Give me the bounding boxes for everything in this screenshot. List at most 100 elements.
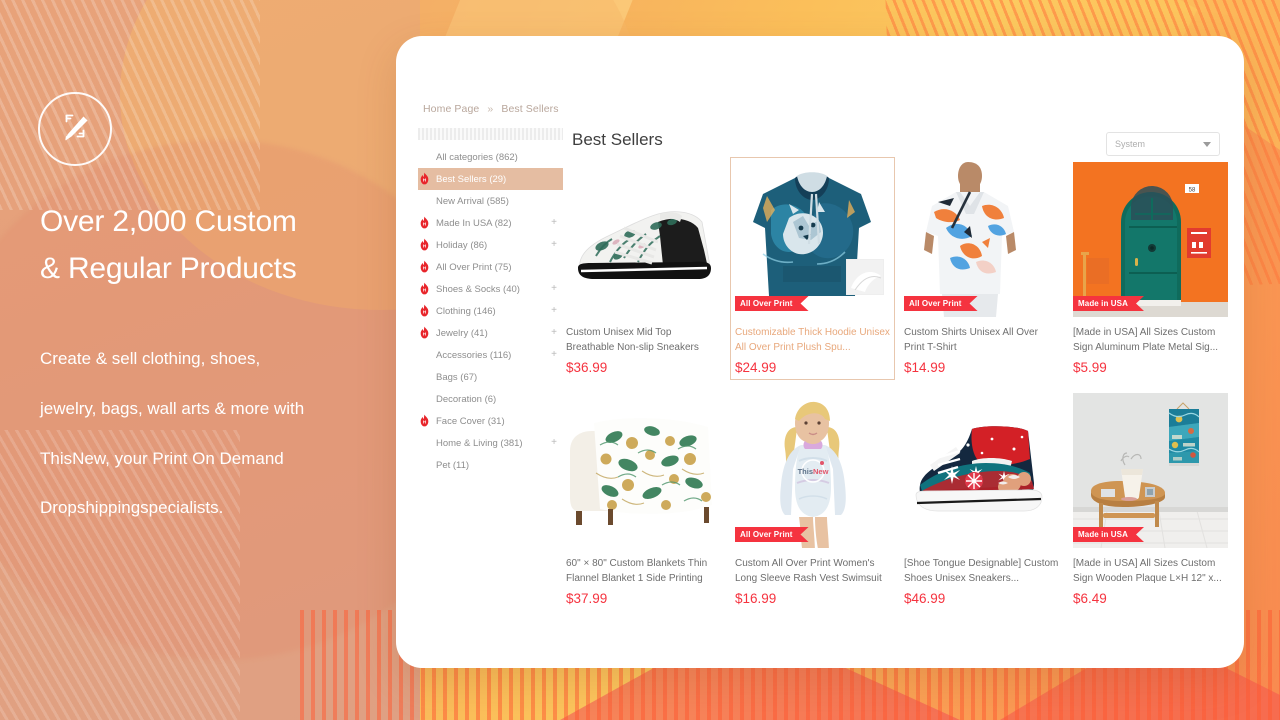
- sort-dropdown[interactable]: System: [1106, 132, 1220, 156]
- plus-icon[interactable]: +: [551, 284, 557, 294]
- sidebar-item-4[interactable]: H Holiday (86) +: [418, 234, 563, 256]
- sidebar-item-7[interactable]: H Clothing (146) +: [418, 300, 563, 322]
- plus-icon[interactable]: +: [551, 218, 557, 228]
- flame-icon: H: [420, 414, 429, 427]
- plus-icon[interactable]: +: [551, 240, 557, 250]
- sidebar-item-12[interactable]: H Face Cover (31): [418, 410, 563, 432]
- pencil-design-icon: [65, 114, 88, 141]
- flame-icon: H: [420, 282, 429, 295]
- product-price: $14.99: [904, 360, 946, 375]
- breadcrumb-home-link[interactable]: Home Page: [423, 103, 479, 115]
- product-title[interactable]: Custom All Over Print Women's Long Sleev…: [735, 557, 890, 586]
- promo-description-line-1: Create & sell clothing, shoes,: [40, 349, 261, 368]
- browser-window: Home Page » Best Sellers All categories …: [396, 36, 1244, 668]
- product-card[interactable]: Made in USA [Made in USA] All Sizes Custo…: [1073, 393, 1228, 606]
- brand-logo: [38, 92, 112, 166]
- sidebar-item-0[interactable]: All categories (862): [418, 146, 563, 168]
- product-price: $37.99: [566, 591, 608, 606]
- flame-icon: H: [420, 326, 429, 339]
- sidebar-header-bar: [418, 128, 563, 140]
- flame-icon: H: [420, 216, 429, 229]
- product-title[interactable]: Custom Unisex Mid Top Breathable Non-sli…: [566, 326, 721, 355]
- product-price: $36.99: [566, 360, 608, 375]
- product-card[interactable]: Custom Unisex Mid Top Breathable Non-sli…: [566, 162, 721, 375]
- plus-icon[interactable]: +: [551, 328, 557, 338]
- promo-headline-line-1: Over 2,000 Custom: [40, 205, 297, 238]
- product-card[interactable]: ThisNew All Over Print Custom All Over Pr…: [735, 393, 890, 606]
- product-badge: All Over Print: [735, 296, 809, 311]
- plus-icon[interactable]: +: [551, 306, 557, 316]
- sidebar-item-10[interactable]: Bags (67): [418, 366, 563, 388]
- sidebar-item-11[interactable]: Decoration (6): [418, 388, 563, 410]
- product-title[interactable]: Custom Shirts Unisex All Over Print T-Sh…: [904, 326, 1059, 355]
- breadcrumb-current: Best Sellers: [501, 103, 559, 115]
- promo-headline: Over 2,000 Custom & Regular Products: [40, 198, 370, 293]
- svg-text:H: H: [423, 332, 426, 337]
- product-price: $5.99: [1073, 360, 1107, 375]
- product-grid: Custom Unisex Mid Top Breathable Non-sli…: [566, 157, 1228, 606]
- plus-icon[interactable]: +: [551, 438, 557, 448]
- product-price: $16.99: [735, 591, 777, 606]
- breadcrumb: Home Page » Best Sellers: [423, 103, 559, 115]
- promo-description: Create & sell clothing, shoes, jewelry, …: [40, 334, 380, 533]
- product-badge: All Over Print: [904, 296, 978, 311]
- sidebar-item-1[interactable]: H Best Sellers (29): [418, 168, 563, 190]
- svg-text:H: H: [423, 266, 426, 271]
- sidebar-item-3[interactable]: H Made In USA (82) +: [418, 212, 563, 234]
- sidebar-item-13[interactable]: Home & Living (381) +: [418, 432, 563, 454]
- plus-icon[interactable]: +: [551, 350, 557, 360]
- sidebar-item-label: Accessories (116): [436, 349, 512, 361]
- product-badge: All Over Print: [735, 527, 809, 542]
- sidebar-item-label: New Arrival (585): [436, 195, 509, 207]
- product-card[interactable]: 58 Made in USA [Made in USA] All Sizes Cu…: [1073, 162, 1228, 375]
- sidebar-item-label: Home & Living (381): [436, 437, 523, 449]
- product-image[interactable]: [566, 393, 721, 548]
- product-image[interactable]: [566, 162, 721, 317]
- product-image[interactable]: [904, 393, 1059, 548]
- product-image[interactable]: Made in USA: [1073, 393, 1228, 548]
- product-color-swatch[interactable]: [846, 259, 884, 295]
- svg-text:H: H: [423, 244, 426, 249]
- flame-icon: H: [420, 304, 429, 317]
- product-card[interactable]: [Shoe Tongue Designable] Custom Shoes Un…: [904, 393, 1059, 606]
- product-title[interactable]: [Shoe Tongue Designable] Custom Shoes Un…: [904, 557, 1059, 586]
- product-card[interactable]: All Over Print Customizable Thick Hoodie …: [730, 157, 895, 380]
- sidebar-item-8[interactable]: H Jewelry (41) +: [418, 322, 563, 344]
- sidebar-item-label: Holiday (86): [436, 239, 488, 251]
- sidebar-item-label: Made In USA (82): [436, 217, 512, 229]
- svg-text:H: H: [423, 420, 426, 425]
- product-card[interactable]: 60" × 80" Custom Blankets Thin Flannel B…: [566, 393, 721, 606]
- product-card[interactable]: All Over Print Custom Shirts Unisex All O…: [904, 162, 1059, 375]
- product-price: $6.49: [1073, 591, 1107, 606]
- svg-text:58: 58: [1189, 188, 1196, 194]
- sidebar-item-label: All Over Print (75): [436, 261, 512, 273]
- product-image[interactable]: All Over Print: [904, 162, 1059, 317]
- product-title[interactable]: Customizable Thick Hoodie Unisex All Ove…: [735, 326, 890, 355]
- product-title[interactable]: 60" × 80" Custom Blankets Thin Flannel B…: [566, 557, 721, 586]
- product-image[interactable]: ThisNew All Over Print: [735, 393, 890, 548]
- product-price: $24.99: [735, 360, 777, 375]
- sidebar-item-14[interactable]: Pet (11): [418, 454, 563, 476]
- sidebar-item-label: All categories (862): [436, 151, 518, 163]
- product-title[interactable]: [Made in USA] All Sizes Custom Sign Wood…: [1073, 557, 1228, 586]
- product-image[interactable]: 58 Made in USA: [1073, 162, 1228, 317]
- page-title: Best Sellers: [572, 130, 663, 149]
- product-title[interactable]: [Made in USA] All Sizes Custom Sign Alum…: [1073, 326, 1228, 355]
- product-price: $46.99: [904, 591, 946, 606]
- sidebar-item-label: Clothing (146): [436, 305, 496, 317]
- sidebar-item-9[interactable]: Accessories (116) +: [418, 344, 563, 366]
- svg-text:H: H: [423, 178, 426, 183]
- product-image[interactable]: All Over Print: [735, 162, 890, 317]
- svg-text:H: H: [423, 288, 426, 293]
- sidebar-item-2[interactable]: New Arrival (585): [418, 190, 563, 212]
- promo-panel: Over 2,000 Custom & Regular Products Cre…: [0, 0, 400, 720]
- sidebar-item-5[interactable]: H All Over Print (75): [418, 256, 563, 278]
- category-sidebar: All categories (862) H Best Sellers (29)…: [418, 128, 563, 476]
- promo-description-line-2: jewelry, bags, wall arts & more with: [40, 398, 305, 418]
- category-list: All categories (862) H Best Sellers (29)…: [418, 146, 563, 476]
- sidebar-item-label: Jewelry (41): [436, 327, 488, 339]
- sidebar-item-label: Face Cover (31): [436, 415, 505, 427]
- sidebar-item-6[interactable]: H Shoes & Socks (40) +: [418, 278, 563, 300]
- flame-icon: H: [420, 260, 429, 273]
- sidebar-item-label: Best Sellers (29): [436, 173, 507, 185]
